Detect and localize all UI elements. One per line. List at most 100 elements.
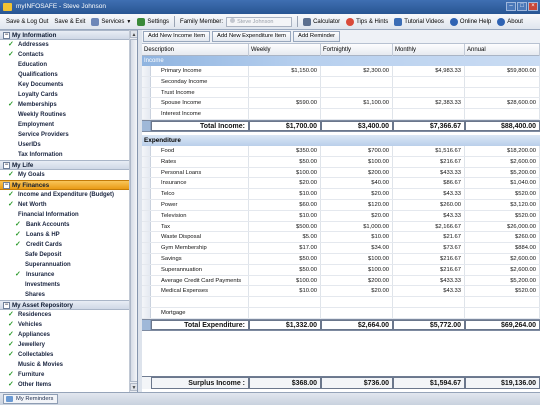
description-cell[interactable]: Personal Loans: [151, 167, 249, 178]
fortnightly-cell[interactable]: $20.00: [321, 210, 393, 221]
annual-cell[interactable]: $59,800.00: [465, 66, 540, 76]
collapse-icon[interactable]: −: [3, 32, 10, 39]
table-row[interactable]: Savings $50.00 $100.00 $216.67 $2,600.00: [142, 253, 540, 265]
sidebar-item-employment[interactable]: Employment: [0, 120, 137, 130]
weekly-cell[interactable]: $50.00: [249, 156, 321, 167]
annual-cell[interactable]: $260.00: [465, 232, 540, 243]
annual-cell[interactable]: $1,040.00: [465, 178, 540, 189]
annual-cell[interactable]: [465, 87, 540, 98]
description-cell[interactable]: Primary Income: [151, 66, 249, 76]
table-row[interactable]: Mortgage: [142, 307, 540, 319]
monthly-cell[interactable]: $1,516.67: [393, 145, 465, 156]
fortnightly-cell[interactable]: $700.00: [321, 145, 393, 156]
sidebar-item-residences[interactable]: ✓ Residences: [0, 310, 137, 320]
column-header-monthly[interactable]: Monthly: [393, 44, 465, 56]
weekly-cell[interactable]: $100.00: [249, 275, 321, 286]
sidebar-item-jewellery[interactable]: ✓ Jewellery: [0, 340, 137, 350]
table-row[interactable]: Medical Expenses $10.00 $20.00 $43.33 $520.0…: [142, 286, 540, 298]
description-cell[interactable]: Waste Disposal: [151, 232, 249, 243]
online-help-button[interactable]: Online Help: [447, 15, 494, 28]
description-cell[interactable]: Telco: [151, 189, 249, 199]
collapse-icon[interactable]: −: [3, 182, 10, 189]
sidebar-item-my-goals[interactable]: ✓ My Goals: [0, 170, 137, 180]
annual-cell[interactable]: [465, 297, 540, 307]
description-cell[interactable]: Mortgage: [151, 307, 249, 318]
monthly-cell[interactable]: [393, 76, 465, 87]
services-menu[interactable]: Services ▼: [88, 15, 134, 28]
table-row[interactable]: Interest Income: [142, 109, 540, 120]
description-cell[interactable]: Trust Income: [151, 87, 249, 98]
weekly-cell[interactable]: $10.00: [249, 189, 321, 199]
annual-cell[interactable]: $2,600.00: [465, 156, 540, 167]
annual-cell[interactable]: $2,600.00: [465, 264, 540, 275]
annual-cell[interactable]: $28,600.00: [465, 98, 540, 109]
annual-cell[interactable]: $884.00: [465, 243, 540, 253]
monthly-cell[interactable]: $260.00: [393, 199, 465, 210]
sidebar-item-net-worth[interactable]: ✓ Net Worth: [0, 200, 137, 210]
annual-cell[interactable]: $520.00: [465, 210, 540, 221]
sidebar-item-vehicles[interactable]: ✓ Vehicles: [0, 320, 137, 330]
save-exit-button[interactable]: Save & Exit: [51, 15, 88, 28]
tips-button[interactable]: Tips & Hints: [343, 15, 391, 28]
sidebar-item-financial-information[interactable]: Financial Information: [0, 210, 137, 220]
description-cell[interactable]: Food: [151, 145, 249, 156]
annual-cell[interactable]: $520.00: [465, 189, 540, 199]
sidebar-item-education[interactable]: Education: [0, 60, 137, 70]
tutorials-button[interactable]: Tutorial Videos: [391, 15, 447, 28]
scroll-down-icon[interactable]: ▼: [130, 383, 137, 391]
about-button[interactable]: About: [494, 15, 526, 28]
collapse-icon[interactable]: −: [3, 162, 10, 169]
weekly-cell[interactable]: $60.00: [249, 199, 321, 210]
table-row[interactable]: Trust Income: [142, 87, 540, 99]
monthly-cell[interactable]: $43.33: [393, 286, 465, 297]
monthly-cell[interactable]: $21.67: [393, 232, 465, 243]
table-row[interactable]: Rates $50.00 $100.00 $216.67 $2,600.00: [142, 156, 540, 168]
fortnightly-cell[interactable]: $120.00: [321, 199, 393, 210]
weekly-cell[interactable]: $500.00: [249, 221, 321, 232]
settings-button[interactable]: Settings: [134, 15, 172, 28]
fortnightly-cell[interactable]: $40.00: [321, 178, 393, 189]
sidebar-item-contacts[interactable]: ✓ Contacts: [0, 50, 137, 60]
fortnightly-cell[interactable]: [321, 109, 393, 119]
annual-cell[interactable]: $3,120.00: [465, 199, 540, 210]
fortnightly-cell[interactable]: $34.00: [321, 243, 393, 253]
table-row[interactable]: Seconday Income: [142, 76, 540, 88]
description-cell[interactable]: Rates: [151, 156, 249, 167]
weekly-cell[interactable]: $5.00: [249, 232, 321, 243]
table-row[interactable]: Insurance $20.00 $40.00 $86.67 $1,040.00: [142, 178, 540, 190]
sidebar-item-service-providers[interactable]: Service Providers: [0, 130, 137, 140]
weekly-cell[interactable]: $50.00: [249, 253, 321, 264]
sidebar-item-superannuation[interactable]: Superannuation: [0, 260, 137, 270]
sidebar-item-memberships[interactable]: ✓ Memberships: [0, 100, 137, 110]
weekly-cell[interactable]: $20.00: [249, 178, 321, 189]
weekly-cell[interactable]: $1,150.00: [249, 66, 321, 76]
column-header-weekly[interactable]: Weekly: [249, 44, 321, 56]
description-cell[interactable]: Seconday Income: [151, 76, 249, 87]
column-header-description[interactable]: Description: [142, 44, 249, 56]
sidebar-scrollbar[interactable]: ▲ ▼: [129, 30, 137, 392]
annual-cell[interactable]: [465, 109, 540, 119]
column-header-annual[interactable]: Annual: [465, 44, 540, 56]
monthly-cell[interactable]: [393, 307, 465, 318]
description-cell[interactable]: Average Credit Card Payments: [151, 275, 249, 286]
fortnightly-cell[interactable]: $200.00: [321, 275, 393, 286]
weekly-cell[interactable]: [249, 307, 321, 318]
fortnightly-cell[interactable]: $2,300.00: [321, 66, 393, 76]
table-row[interactable]: Gym Membership $17.00 $34.00 $73.67 $884.00: [142, 243, 540, 254]
description-cell[interactable]: Tax: [151, 221, 249, 232]
table-row[interactable]: Average Credit Card Payments $100.00 $200.…: [142, 275, 540, 287]
sidebar-item-music-movies[interactable]: Music & Movies: [0, 360, 137, 370]
weekly-cell[interactable]: $10.00: [249, 210, 321, 221]
table-row[interactable]: Power $60.00 $120.00 $260.00 $3,120.00: [142, 199, 540, 211]
table-row[interactable]: Superannuation $50.00 $100.00 $216.67 $2,600…: [142, 264, 540, 276]
monthly-cell[interactable]: $216.67: [393, 253, 465, 264]
annual-cell[interactable]: [465, 76, 540, 87]
table-row[interactable]: Primary Income $1,150.00 $2,300.00 $4,983.3…: [142, 66, 540, 77]
table-row[interactable]: Personal Loans $100.00 $200.00 $433.33 $5,20…: [142, 167, 540, 179]
sidebar-item-other-items[interactable]: ✓ Other Items: [0, 380, 137, 390]
sidebar-item-furniture[interactable]: ✓ Furniture: [0, 370, 137, 380]
annual-cell[interactable]: $26,000.00: [465, 221, 540, 232]
fortnightly-cell[interactable]: $100.00: [321, 156, 393, 167]
fortnightly-cell[interactable]: $20.00: [321, 189, 393, 199]
sidebar-item-insurance[interactable]: ✓ Insurance: [0, 270, 137, 280]
